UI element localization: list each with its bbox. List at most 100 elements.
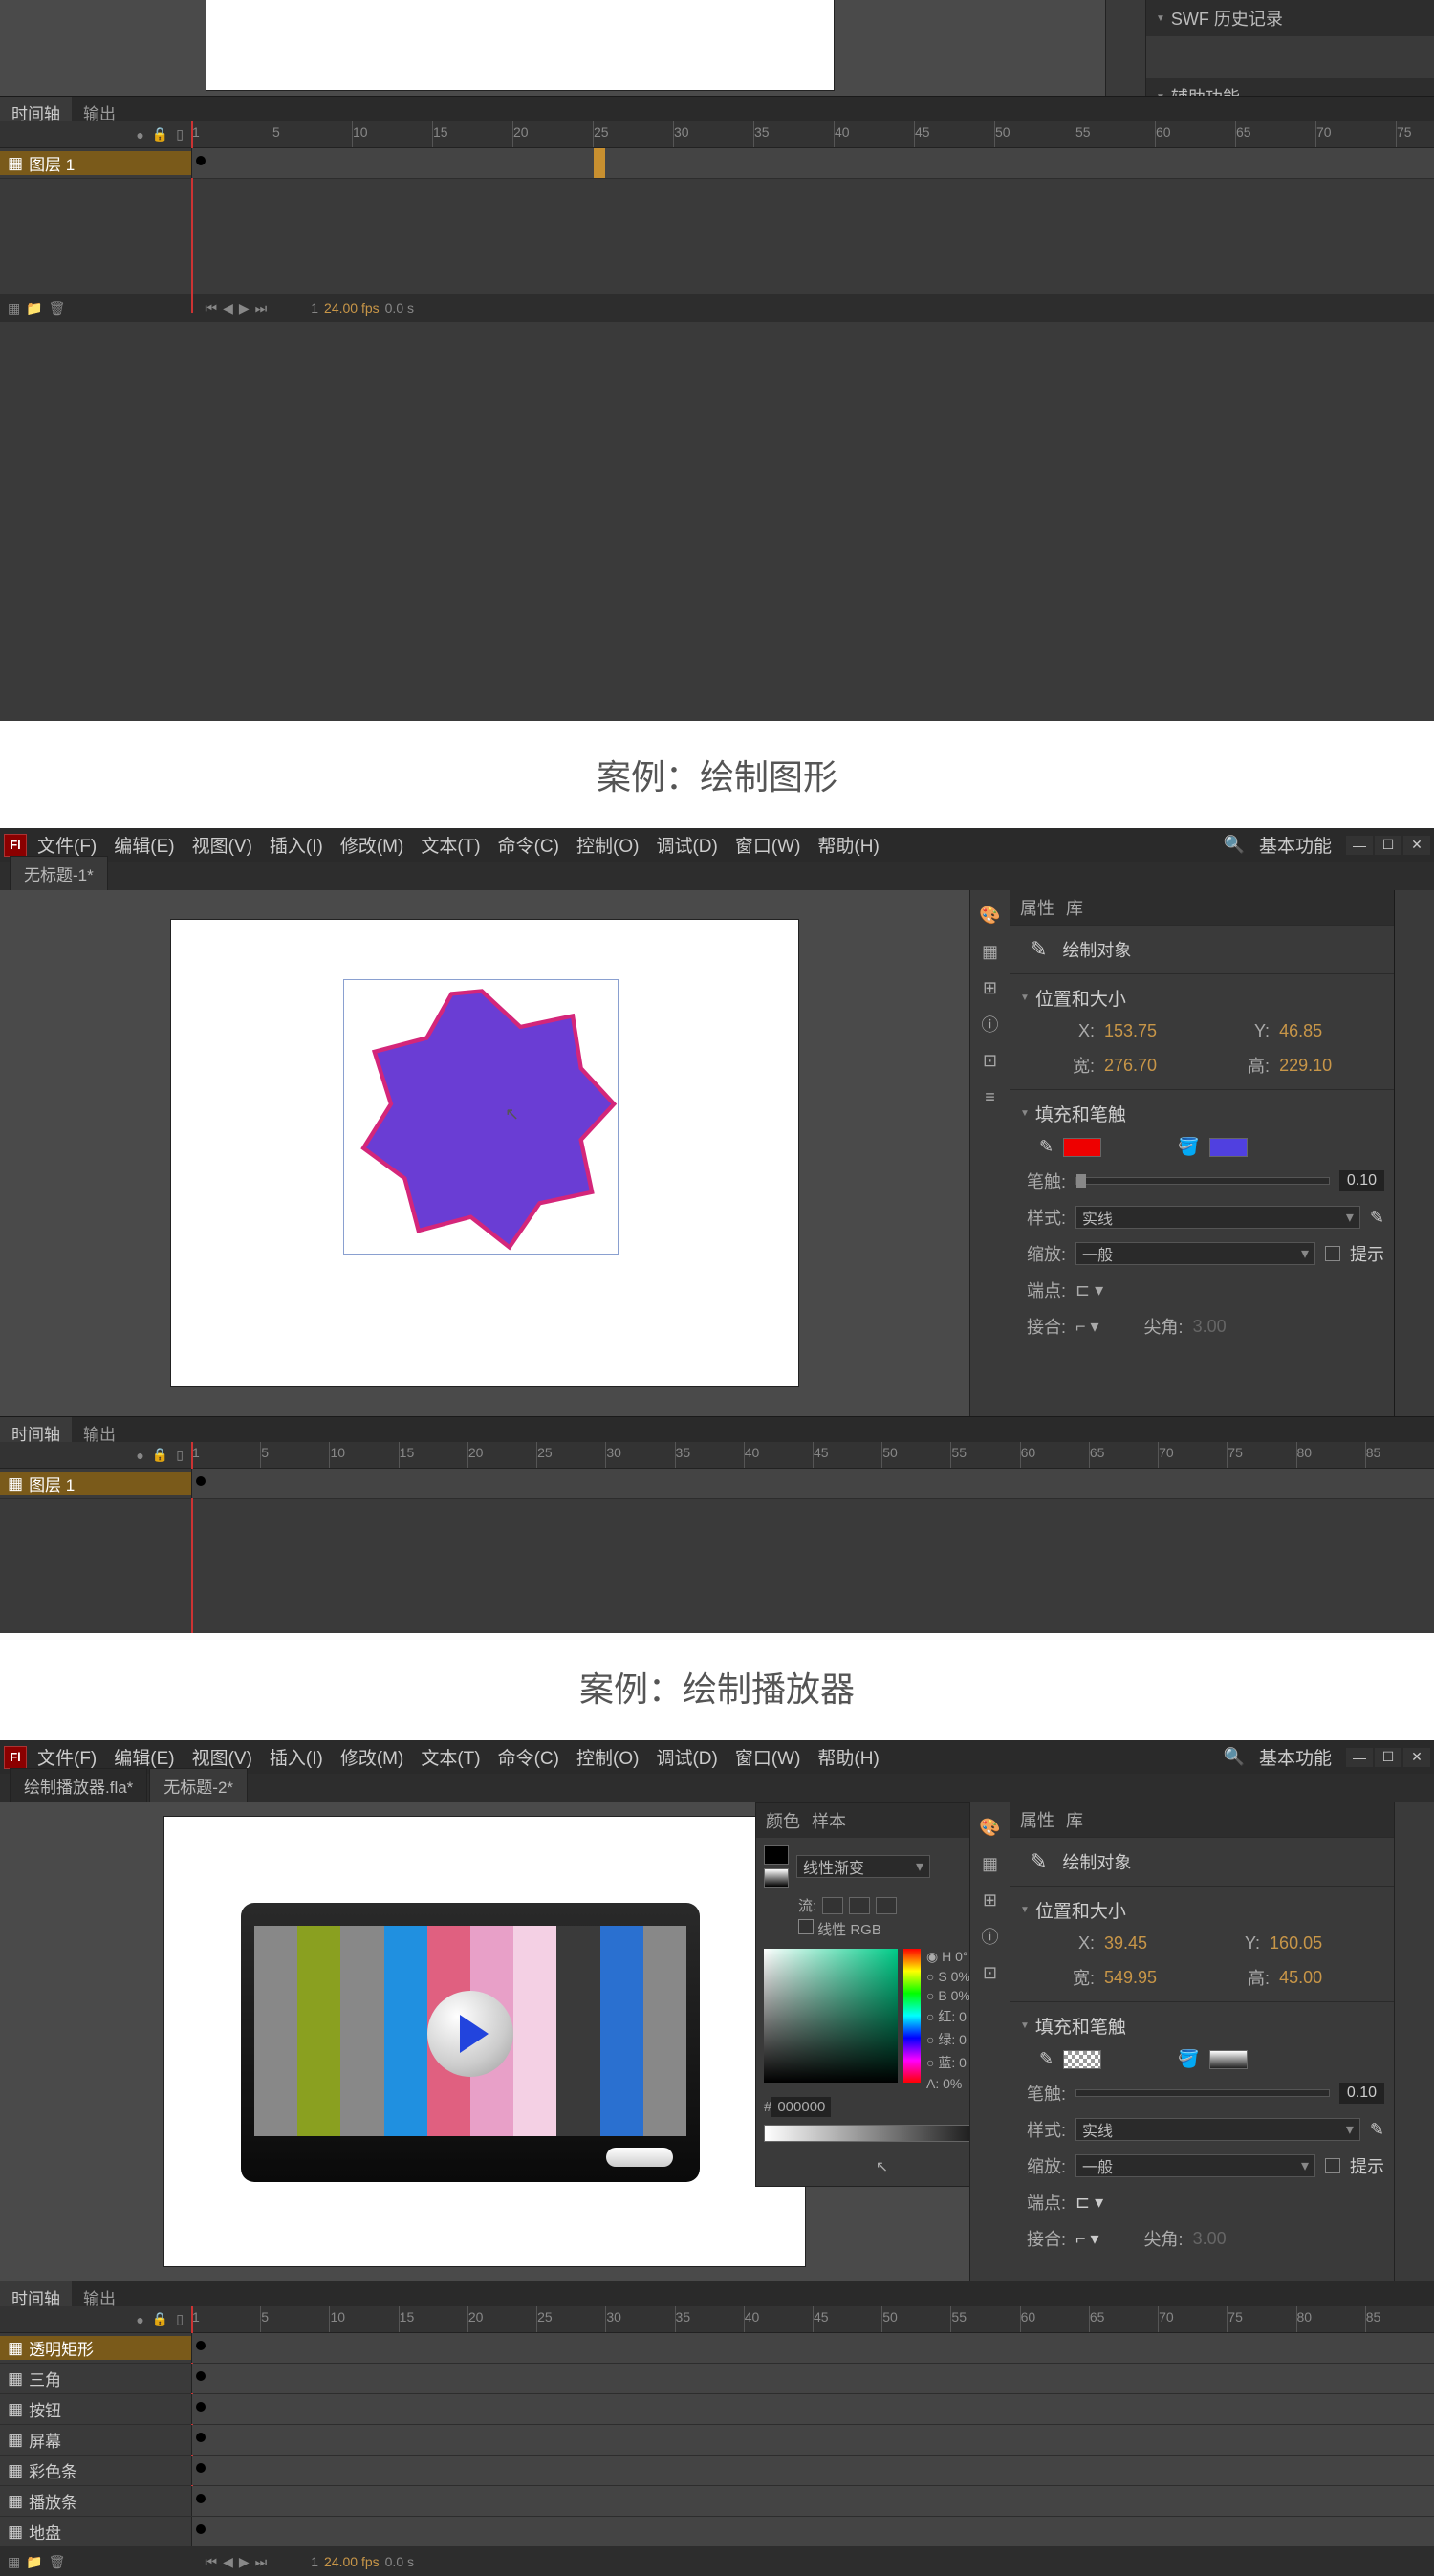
tab-color[interactable]: 颜色 bbox=[766, 1808, 800, 1833]
swf-history-header[interactable]: SWF 历史记录 bbox=[1146, 0, 1434, 36]
tv-pill-button[interactable] bbox=[606, 2148, 673, 2167]
swatch-icon[interactable]: ▦ bbox=[973, 934, 1008, 969]
minimize-button[interactable]: — bbox=[1346, 836, 1373, 855]
tab-properties[interactable]: 属性 bbox=[1020, 1807, 1054, 1832]
star-shape[interactable] bbox=[344, 980, 619, 1255]
stroke-swatch[interactable] bbox=[764, 1845, 789, 1865]
w-value[interactable]: 276.70 bbox=[1104, 1056, 1157, 1076]
stroke-color-swatch[interactable] bbox=[1063, 1138, 1101, 1157]
layer-row[interactable]: ▦播放条 bbox=[0, 2486, 1434, 2517]
layer-row[interactable]: ▦图层 1 bbox=[0, 1469, 1434, 1499]
layer-row[interactable]: ▦屏幕 bbox=[0, 2425, 1434, 2456]
new-folder-icon[interactable]: 📁 bbox=[26, 2554, 42, 2570]
transform-icon[interactable]: ⊡ bbox=[973, 1043, 1008, 1078]
pencil-icon[interactable]: ✎ bbox=[1370, 1208, 1384, 1228]
cap-dropdown[interactable]: ⊏ ▾ bbox=[1076, 2193, 1103, 2213]
align-icon[interactable]: ⊞ bbox=[973, 971, 1008, 1005]
minimize-button[interactable]: — bbox=[1346, 1748, 1373, 1767]
search-icon[interactable]: 🔍 bbox=[1224, 835, 1245, 855]
tab-library[interactable]: 库 bbox=[1066, 895, 1083, 920]
menu-insert[interactable]: 插入(I) bbox=[263, 828, 330, 862]
new-layer-icon[interactable]: ▦ bbox=[8, 300, 20, 317]
new-folder-icon[interactable]: 📁 bbox=[26, 300, 42, 317]
join-dropdown[interactable]: ⌐ ▾ bbox=[1076, 1317, 1099, 1337]
menu-window[interactable]: 窗口(W) bbox=[728, 1740, 808, 1774]
scale-dropdown[interactable]: 一般 bbox=[1076, 1242, 1315, 1265]
play-button-shape[interactable] bbox=[427, 1991, 513, 2077]
maximize-button[interactable]: ☐ bbox=[1375, 836, 1401, 855]
stage-area[interactable]: ↖ bbox=[0, 890, 969, 1416]
workspace-dropdown[interactable]: 基本功能 bbox=[1252, 1740, 1338, 1774]
style-dropdown[interactable]: 实线 bbox=[1076, 1206, 1360, 1229]
close-button[interactable]: ✕ bbox=[1403, 836, 1430, 855]
x-value[interactable]: 153.75 bbox=[1104, 1021, 1157, 1041]
tab-output[interactable]: 输出 bbox=[72, 97, 127, 121]
w-value[interactable]: 549.95 bbox=[1104, 1968, 1157, 1988]
h-value[interactable]: 229.10 bbox=[1279, 1056, 1332, 1076]
scrollbar[interactable] bbox=[1105, 0, 1145, 96]
fill-color-icon[interactable]: 🪣 bbox=[1178, 2049, 1199, 2069]
menu-insert[interactable]: 插入(I) bbox=[263, 1740, 330, 1774]
stroke-slider[interactable] bbox=[1076, 1177, 1330, 1185]
new-layer-icon[interactable]: ▦ bbox=[8, 2554, 20, 2570]
menu-modify[interactable]: 修改(M) bbox=[334, 1740, 410, 1774]
menu-debug[interactable]: 调试(D) bbox=[649, 828, 724, 862]
tab-properties[interactable]: 属性 bbox=[1020, 895, 1054, 920]
info-icon[interactable]: ⓘ bbox=[973, 1007, 1008, 1041]
tab-timeline[interactable]: 时间轴 bbox=[0, 1417, 72, 1442]
delete-layer-icon[interactable]: 🗑 bbox=[49, 300, 66, 317]
fill-swatch[interactable] bbox=[764, 1868, 789, 1888]
tab-library[interactable]: 库 bbox=[1066, 1807, 1083, 1832]
color-type-dropdown[interactable]: 线性渐变 bbox=[796, 1855, 930, 1878]
color-picker-area[interactable] bbox=[764, 1949, 898, 2083]
menu-command[interactable]: 命令(C) bbox=[491, 828, 566, 862]
tab-timeline[interactable]: 时间轴 bbox=[0, 2281, 72, 2306]
layer-row[interactable]: ▦彩色条 bbox=[0, 2456, 1434, 2486]
h-value[interactable]: 45.00 bbox=[1279, 1968, 1322, 1988]
hex-input[interactable]: 000000 bbox=[771, 2097, 831, 2117]
menu-control[interactable]: 控制(O) bbox=[570, 828, 645, 862]
menu-debug[interactable]: 调试(D) bbox=[649, 1740, 724, 1774]
fill-stroke-header[interactable]: 填充和笔触 bbox=[1020, 1096, 1384, 1131]
tab-timeline[interactable]: 时间轴 bbox=[0, 97, 72, 121]
menu-command[interactable]: 命令(C) bbox=[491, 1740, 566, 1774]
maximize-button[interactable]: ☐ bbox=[1375, 1748, 1401, 1767]
hinting-checkbox[interactable] bbox=[1325, 2158, 1340, 2173]
scale-dropdown[interactable]: 一般 bbox=[1076, 2154, 1315, 2177]
stroke-slider[interactable] bbox=[1076, 2089, 1330, 2097]
doc-tab-untitled2[interactable]: 无标题-2* bbox=[149, 1768, 248, 1802]
swatch-icon[interactable]: ▦ bbox=[973, 1846, 1008, 1881]
layer-row[interactable]: ▦三角 bbox=[0, 2364, 1434, 2394]
timeline-ruler[interactable]: ●🔒▯ 1 5 10 15 20 25 30 35 40 45 50 55 60… bbox=[0, 121, 1434, 148]
menu-edit[interactable]: 编辑(E) bbox=[107, 828, 181, 862]
stroke-value[interactable]: 0.10 bbox=[1339, 2083, 1384, 2104]
fill-color-icon[interactable]: 🪣 bbox=[1178, 1137, 1199, 1157]
delete-layer-icon[interactable]: 🗑 bbox=[49, 2554, 66, 2570]
tab-swatch[interactable]: 样本 bbox=[812, 1808, 846, 1833]
palette-icon[interactable]: 🎨 bbox=[973, 1810, 1008, 1845]
flow-repeat[interactable] bbox=[876, 1897, 897, 1914]
layer-row[interactable]: ▦按钮 bbox=[0, 2394, 1434, 2425]
info-icon[interactable]: ⓘ bbox=[973, 1919, 1008, 1954]
stroke-value[interactable]: 0.10 bbox=[1339, 1170, 1384, 1191]
flow-extend[interactable] bbox=[822, 1897, 843, 1914]
doc-tab-player[interactable]: 绘制播放器.fla* bbox=[10, 1768, 147, 1802]
stroke-color-icon[interactable]: ✎ bbox=[1039, 1137, 1054, 1157]
menu-text[interactable]: 文本(T) bbox=[414, 1740, 487, 1774]
y-value[interactable]: 46.85 bbox=[1279, 1021, 1322, 1041]
pos-size-header[interactable]: 位置和大小 bbox=[1020, 1892, 1384, 1928]
flow-reflect[interactable] bbox=[849, 1897, 870, 1914]
transform-icon[interactable]: ⊡ bbox=[973, 1955, 1008, 1990]
linear-rgb-checkbox[interactable] bbox=[798, 1919, 814, 1934]
menu-modify[interactable]: 修改(M) bbox=[334, 828, 410, 862]
library-icon[interactable]: ≡ bbox=[973, 1080, 1008, 1114]
layer-row[interactable]: ▦地盘 bbox=[0, 2517, 1434, 2547]
tab-output[interactable]: 输出 bbox=[72, 1417, 127, 1442]
menu-window[interactable]: 窗口(W) bbox=[728, 828, 808, 862]
menu-help[interactable]: 帮助(H) bbox=[811, 1740, 885, 1774]
hue-slider[interactable] bbox=[903, 1949, 921, 2083]
menu-text[interactable]: 文本(T) bbox=[414, 828, 487, 862]
fill-color-swatch[interactable] bbox=[1209, 2050, 1248, 2069]
fill-stroke-header[interactable]: 填充和笔触 bbox=[1020, 2008, 1384, 2043]
cap-dropdown[interactable]: ⊏ ▾ bbox=[1076, 1280, 1103, 1300]
